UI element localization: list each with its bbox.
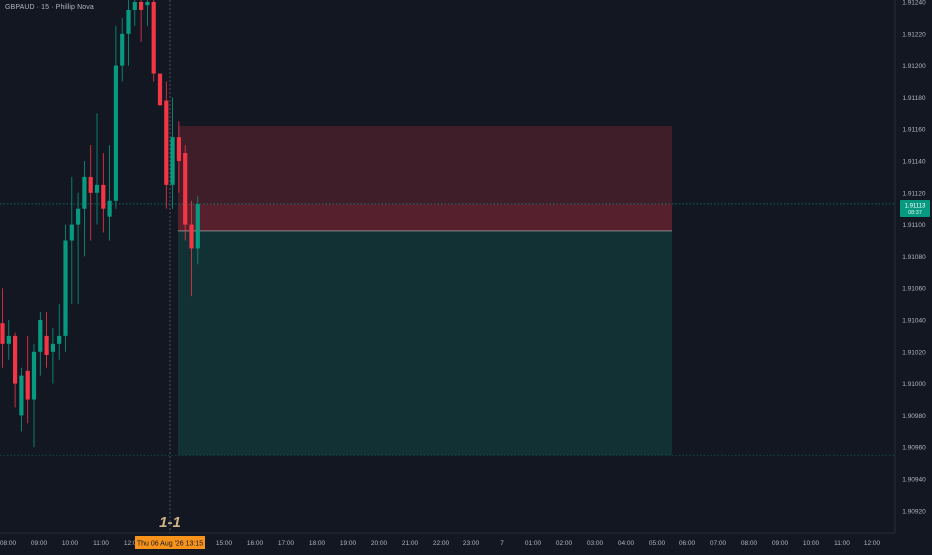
- candle-body[interactable]: [132, 2, 137, 10]
- time-tick-label: 01:00: [525, 540, 542, 547]
- candle-body[interactable]: [69, 224, 74, 241]
- time-tick-label: 02:00: [556, 540, 573, 547]
- time-tick-label: 11:00: [834, 540, 850, 547]
- price-tick-label: 1.91040: [902, 318, 926, 325]
- candlestick-chart[interactable]: 1.91240 1.91220 1.91200 1.91180 1.91160 1.911…: [0, 0, 932, 550]
- time-tick-label: 06:00: [679, 540, 696, 547]
- price-tick-label: 1.91180: [902, 95, 925, 102]
- time-tick-label: 08:00: [741, 540, 758, 547]
- trading-chart[interactable]: 1.91240 1.91220 1.91200 1.91180 1.91160 1.911…: [0, 0, 932, 550]
- price-tick-label: 1.91060: [902, 286, 926, 293]
- candle-body[interactable]: [164, 100, 169, 185]
- candle-body[interactable]: [50, 343, 55, 352]
- candle-body[interactable]: [25, 370, 30, 400]
- current-price-label: 1.91113: [905, 204, 926, 210]
- time-tick-label: 03:00: [587, 540, 604, 547]
- candle-body[interactable]: [170, 137, 175, 185]
- symbol-label[interactable]: GBPAUD · 15 · Phillip Nova: [5, 4, 94, 11]
- candle-body[interactable]: [88, 176, 93, 193]
- take-profit-zone[interactable]: [178, 230, 672, 456]
- candle-body[interactable]: [195, 203, 200, 249]
- time-tick-label: 20:00: [371, 540, 388, 547]
- candle-body[interactable]: [157, 73, 163, 106]
- price-tick-label: 1.91080: [902, 254, 926, 261]
- time-tick-label: 7: [500, 540, 504, 547]
- candle-body[interactable]: [120, 33, 125, 66]
- candle-body[interactable]: [13, 335, 18, 384]
- time-tick-label: 11:00: [93, 540, 109, 547]
- time-tick-label: 04:00: [618, 540, 635, 547]
- price-tick-label: 1.90940: [902, 477, 926, 484]
- time-tick-label: 23:00: [463, 540, 480, 547]
- candle-body[interactable]: [0, 323, 5, 344]
- candle-body[interactable]: [94, 184, 100, 193]
- price-tick-label: 1.91100: [902, 222, 925, 229]
- candle-body[interactable]: [183, 153, 188, 225]
- time-tick-label: 09:00: [31, 540, 48, 547]
- time-tick-label: 08:00: [0, 540, 17, 547]
- time-axis[interactable]: 08:00 09:00 10:00 11:00 12:00 15:00 16:00 17:00…: [0, 540, 881, 547]
- time-tick-label: 17:00: [278, 540, 295, 547]
- price-tick-label: 1.91160: [902, 127, 925, 134]
- candle-body[interactable]: [101, 184, 106, 209]
- price-tick-label: 1.91220: [902, 31, 926, 38]
- time-tick-label: 16:00: [247, 540, 264, 547]
- time-tick-label: 10:00: [803, 540, 820, 547]
- candle-body[interactable]: [6, 335, 11, 344]
- candle-body[interactable]: [31, 351, 37, 400]
- price-tick-label: 1.91020: [902, 349, 926, 356]
- candle-body[interactable]: [38, 320, 43, 352]
- candle-body[interactable]: [19, 375, 24, 416]
- candle-body[interactable]: [107, 200, 112, 217]
- price-tick-label: 1.91120: [902, 190, 925, 197]
- time-tick-label: 07:00: [710, 540, 727, 547]
- price-tick-label: 1.90960: [902, 445, 926, 452]
- crosshair-time-label: Thu 06 Aug '26 13:15: [137, 541, 203, 548]
- price-tick-label: 1.90920: [902, 508, 926, 515]
- stop-loss-zone[interactable]: [178, 126, 672, 204]
- price-tick-label: 1.91240: [902, 0, 926, 7]
- time-tick-label: 22:00: [433, 540, 450, 547]
- price-tick-label: 1.91140: [902, 159, 925, 166]
- time-tick-label: 21:00: [402, 540, 419, 547]
- candle-countdown: 08:37: [908, 210, 922, 216]
- time-tick-label: 10:00: [62, 540, 79, 547]
- price-tick-label: 1.91200: [902, 63, 926, 70]
- candle-body[interactable]: [145, 2, 150, 6]
- candle-body[interactable]: [57, 335, 62, 344]
- candle-body[interactable]: [151, 2, 156, 74]
- time-tick-label: 12:00: [864, 540, 881, 547]
- price-tick-label: 1.91000: [902, 381, 926, 388]
- price-tick-label: 1.90980: [902, 413, 926, 420]
- candle-body[interactable]: [113, 65, 118, 201]
- candle-body[interactable]: [44, 335, 49, 355]
- time-tick-label: 09:00: [772, 540, 789, 547]
- candle-body[interactable]: [76, 208, 81, 225]
- time-tick-label: 18:00: [309, 540, 326, 547]
- time-tick-label: 15:00: [216, 540, 233, 547]
- time-tick-label: 19:00: [340, 540, 357, 547]
- entry-risk-band[interactable]: [178, 203, 672, 231]
- candle-body[interactable]: [139, 2, 144, 10]
- annotation-text[interactable]: 1-1: [159, 514, 181, 531]
- candle-body[interactable]: [126, 9, 131, 34]
- candle-body[interactable]: [189, 224, 194, 249]
- candle-body[interactable]: [176, 137, 181, 161]
- candle-body[interactable]: [63, 240, 68, 336]
- time-tick-label: 05:00: [649, 540, 666, 547]
- candle-body[interactable]: [82, 176, 87, 209]
